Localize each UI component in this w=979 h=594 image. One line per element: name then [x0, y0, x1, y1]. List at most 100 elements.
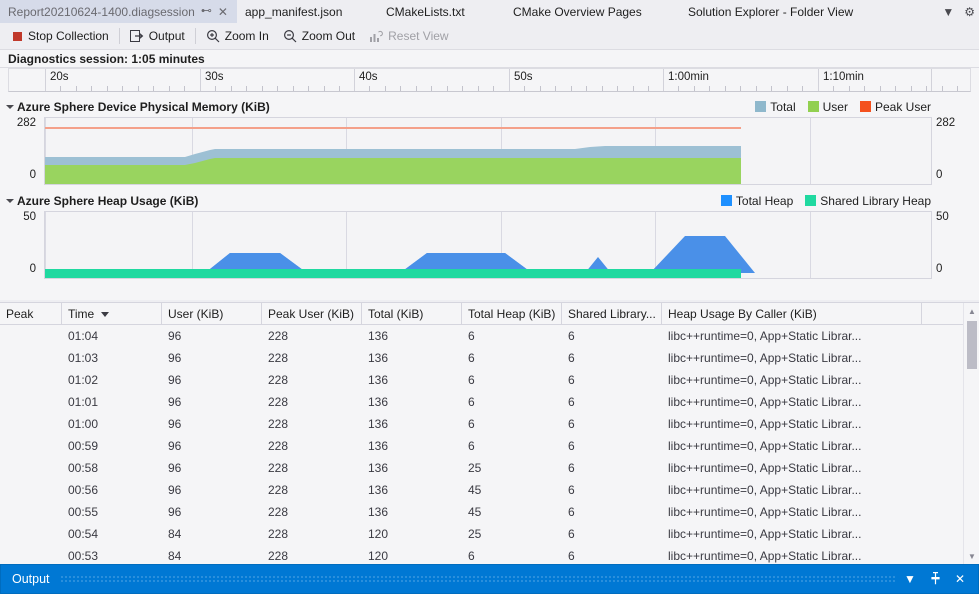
table-row[interactable]: 01:03 96 228 136 6 6 libc++runtime=0, App+Stat…	[0, 347, 963, 369]
stop-collection-button[interactable]: Stop Collection	[6, 25, 116, 47]
tab-label: CMake Overview Pages	[513, 4, 642, 19]
table-header-time[interactable]: Time	[62, 303, 162, 325]
scroll-up-arrow-icon[interactable]: ▲	[964, 303, 979, 319]
legend-swatch-user	[807, 101, 819, 112]
ruler-gridline	[200, 69, 201, 91]
cell-total: 136	[368, 395, 389, 409]
chart-title: Azure Sphere Device Physical Memory (KiB…	[17, 99, 270, 114]
table-row[interactable]: 01:02 96 228 136 6 6 libc++runtime=0, App+Stat…	[0, 369, 963, 391]
table-header-user-kib[interactable]: User (KiB)	[162, 303, 262, 325]
y-axis-min-label-left: 0	[29, 169, 36, 181]
tab-solution-explorer-folder-view[interactable]: Solution Explorer - Folder View	[680, 0, 861, 23]
ruler-minor-tick	[602, 86, 603, 91]
pin-icon[interactable]	[930, 571, 941, 587]
legend-item-user: User	[807, 100, 848, 114]
sort-descending-icon[interactable]	[101, 311, 110, 317]
table-row[interactable]: 00:58 96 228 136 25 6 libc++runtime=0, App+Sta…	[0, 457, 963, 479]
ruler-gridline	[45, 69, 46, 91]
reset-view-button[interactable]: Reset View	[362, 25, 455, 47]
chart-physical-memory-plotarea: 282 0 282 0	[0, 117, 979, 187]
legend-label-shared-library-heap: Shared Library Heap	[820, 193, 931, 208]
zoom-out-button[interactable]: Zoom Out	[276, 25, 362, 47]
output-button[interactable]: Output	[123, 25, 192, 47]
close-tab-icon[interactable]: ✕	[218, 6, 228, 18]
table-body[interactable]: 01:04 96 228 136 6 6 libc++runtime=0, App+Stat…	[0, 325, 963, 564]
pin-tab-icon[interactable]: ⊷	[201, 6, 212, 17]
collapse-chevron-icon[interactable]	[6, 198, 14, 203]
output-tool-window-header[interactable]: Output ▼ ✕	[0, 564, 979, 594]
table-header-total-heap-kib[interactable]: Total Heap (KiB)	[462, 303, 562, 325]
ruler-minor-tick	[864, 86, 865, 91]
collapse-chevron-icon[interactable]	[6, 104, 14, 109]
ruler-minor-tick	[617, 86, 618, 91]
ruler-minor-tick	[324, 86, 325, 91]
table-header-heap-usage-by-caller-kib[interactable]: Heap Usage By Caller (KiB)	[662, 303, 922, 325]
column-label: Time	[68, 307, 95, 321]
table-vertical-scrollbar[interactable]: ▲ ▼	[963, 303, 979, 564]
chart-heap-usage-header[interactable]: Azure Sphere Heap Usage (KiB)	[6, 192, 198, 209]
tab-app-manifest[interactable]: app_manifest.json	[237, 0, 350, 23]
timeline-ruler[interactable]: 20s 30s 40s 50s 1:00min 1:10min	[8, 68, 971, 92]
ruler-minor-tick	[478, 86, 479, 91]
gear-icon[interactable]: ⚙	[964, 6, 975, 18]
cell-shared-lib: 6	[568, 439, 575, 453]
toolbar-separator	[118, 28, 120, 44]
scrollbar-thumb[interactable]	[967, 321, 977, 369]
table-row[interactable]: 00:53 84 228 120 6 6 libc++runtime=0, App+Stat…	[0, 545, 963, 564]
drag-grip[interactable]	[59, 575, 897, 583]
legend-label-total-heap: Total Heap	[735, 193, 794, 208]
ruler-minor-tick	[771, 86, 772, 91]
cell-user: 96	[168, 461, 182, 475]
tab-report-diagsession[interactable]: Report20210624-1400.diagsession ⊷ ✕	[0, 0, 237, 23]
table-header-blank[interactable]	[922, 303, 964, 325]
ruler-minor-tick	[802, 86, 803, 91]
table-row[interactable]: 00:59 96 228 136 6 6 libc++runtime=0, App+Stat…	[0, 435, 963, 457]
scroll-down-arrow-icon[interactable]: ▼	[964, 548, 979, 564]
output-dropdown-icon[interactable]: ▼	[904, 573, 916, 585]
ruler-gridline	[354, 69, 355, 91]
table-row[interactable]: 01:01 96 228 136 6 6 libc++runtime=0, App+Stat…	[0, 391, 963, 413]
tab-strip-controls: ▼ ⚙	[942, 0, 975, 23]
cell-total-heap: 25	[468, 527, 482, 541]
chart-physical-memory-legend: Total User Peak User	[747, 98, 931, 115]
cell-peak	[0, 325, 62, 347]
y-axis-max-label-left: 282	[16, 117, 36, 129]
cell-shared-lib: 6	[568, 461, 575, 475]
table-row[interactable]: 00:54 84 228 120 25 6 libc++runtime=0, App+Sta…	[0, 523, 963, 545]
ruler-minor-tick	[725, 86, 726, 91]
ruler-tick-30s: 30s	[205, 71, 224, 83]
table-header-total-kib[interactable]: Total (KiB)	[362, 303, 462, 325]
table-header-peak[interactable]: Peak	[0, 303, 62, 325]
legend-swatch-peak-user	[859, 101, 871, 112]
ruler-minor-tick	[524, 86, 525, 91]
ruler-tick-40s: 40s	[359, 71, 378, 83]
cell-time: 01:00	[68, 417, 99, 431]
column-label: Peak	[6, 307, 34, 321]
table-row[interactable]: 00:55 96 228 136 45 6 libc++runtime=0, App+Sta…	[0, 501, 963, 523]
ruler-gridline	[818, 69, 819, 91]
table-row[interactable]: 00:56 96 228 136 45 6 libc++runtime=0, App+Sta…	[0, 479, 963, 501]
tab-cmake-overview-pages[interactable]: CMake Overview Pages	[505, 0, 650, 23]
cell-caller: libc++runtime=0, App+Static Librar...	[668, 505, 862, 519]
editor-tab-strip: Report20210624-1400.diagsession ⊷ ✕ app_…	[0, 0, 979, 23]
physical-memory-graph[interactable]	[44, 117, 932, 185]
zoom-out-label: Zoom Out	[301, 29, 356, 43]
table-row[interactable]: 01:00 96 228 136 6 6 libc++runtime=0, App+Stat…	[0, 413, 963, 435]
chart-physical-memory: Azure Sphere Device Physical Memory (KiB…	[0, 98, 979, 185]
cell-peak-user: 228	[268, 417, 289, 431]
tab-cmakelists[interactable]: CMakeLists.txt	[378, 0, 473, 23]
cell-total-heap: 6	[468, 373, 475, 387]
cell-peak-user: 228	[268, 527, 289, 541]
heap-usage-graph[interactable]	[44, 211, 932, 279]
cell-peak	[0, 479, 62, 501]
table-row[interactable]: 01:04 96 228 136 6 6 libc++runtime=0, App+Stat…	[0, 325, 963, 347]
zoom-in-button[interactable]: Zoom In	[199, 25, 276, 47]
table-header-shared-library[interactable]: Shared Library...	[562, 303, 662, 325]
table-header-peak-user-kib[interactable]: Peak User (KiB)	[262, 303, 362, 325]
tab-overflow-icon[interactable]: ▼	[942, 6, 954, 18]
close-icon[interactable]: ✕	[955, 573, 965, 585]
chart-physical-memory-header[interactable]: Azure Sphere Device Physical Memory (KiB…	[6, 98, 270, 115]
cell-peak-user: 228	[268, 549, 289, 563]
ruler-minor-tick	[540, 86, 541, 91]
diagnostics-data-table: Peak Time User (KiB) Peak User (KiB) Total (…	[0, 302, 979, 564]
